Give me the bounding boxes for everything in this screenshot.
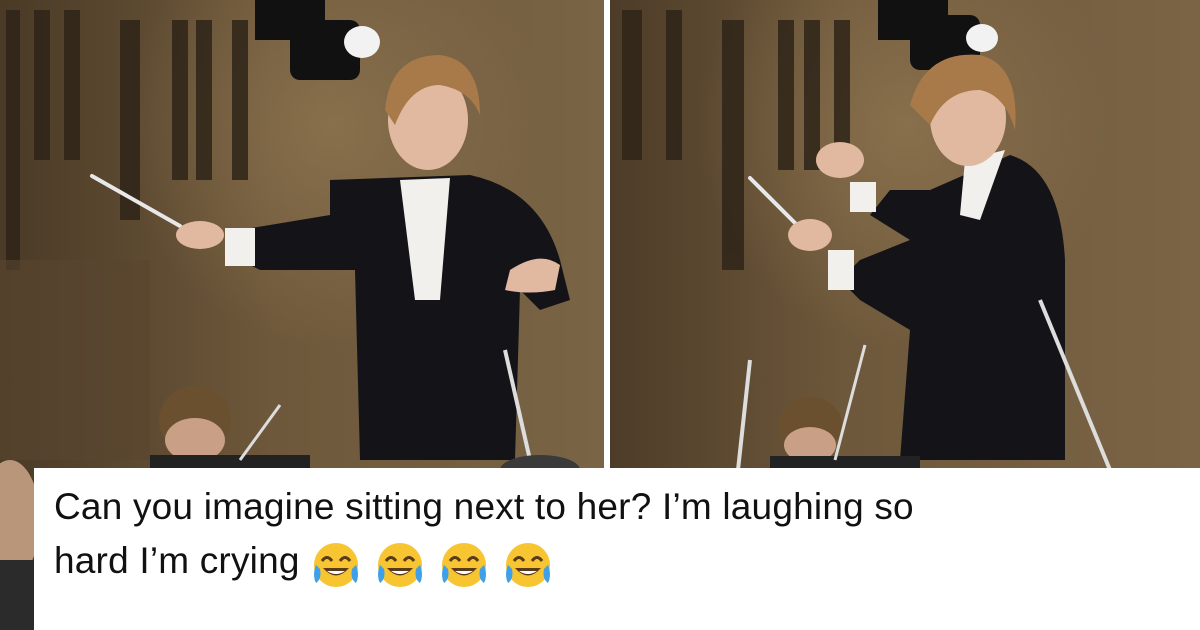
caption-line-1: Can you imagine sitting next to her? I’m… (54, 486, 914, 527)
caption-line-2: hard I’m crying (54, 540, 300, 581)
caption-line-2-wrap: hard I’m crying (54, 534, 1200, 591)
face-with-tears-of-joy-icon (505, 542, 550, 587)
face-with-tears-of-joy-icon (441, 542, 486, 587)
face-with-tears-of-joy-icon (313, 542, 358, 587)
emoji-row (310, 536, 566, 591)
face-with-tears-of-joy-icon (377, 542, 422, 587)
meme-image: Can you imagine sitting next to her? I’m… (0, 0, 1200, 630)
tweet-caption: Can you imagine sitting next to her? I’m… (34, 468, 1200, 630)
